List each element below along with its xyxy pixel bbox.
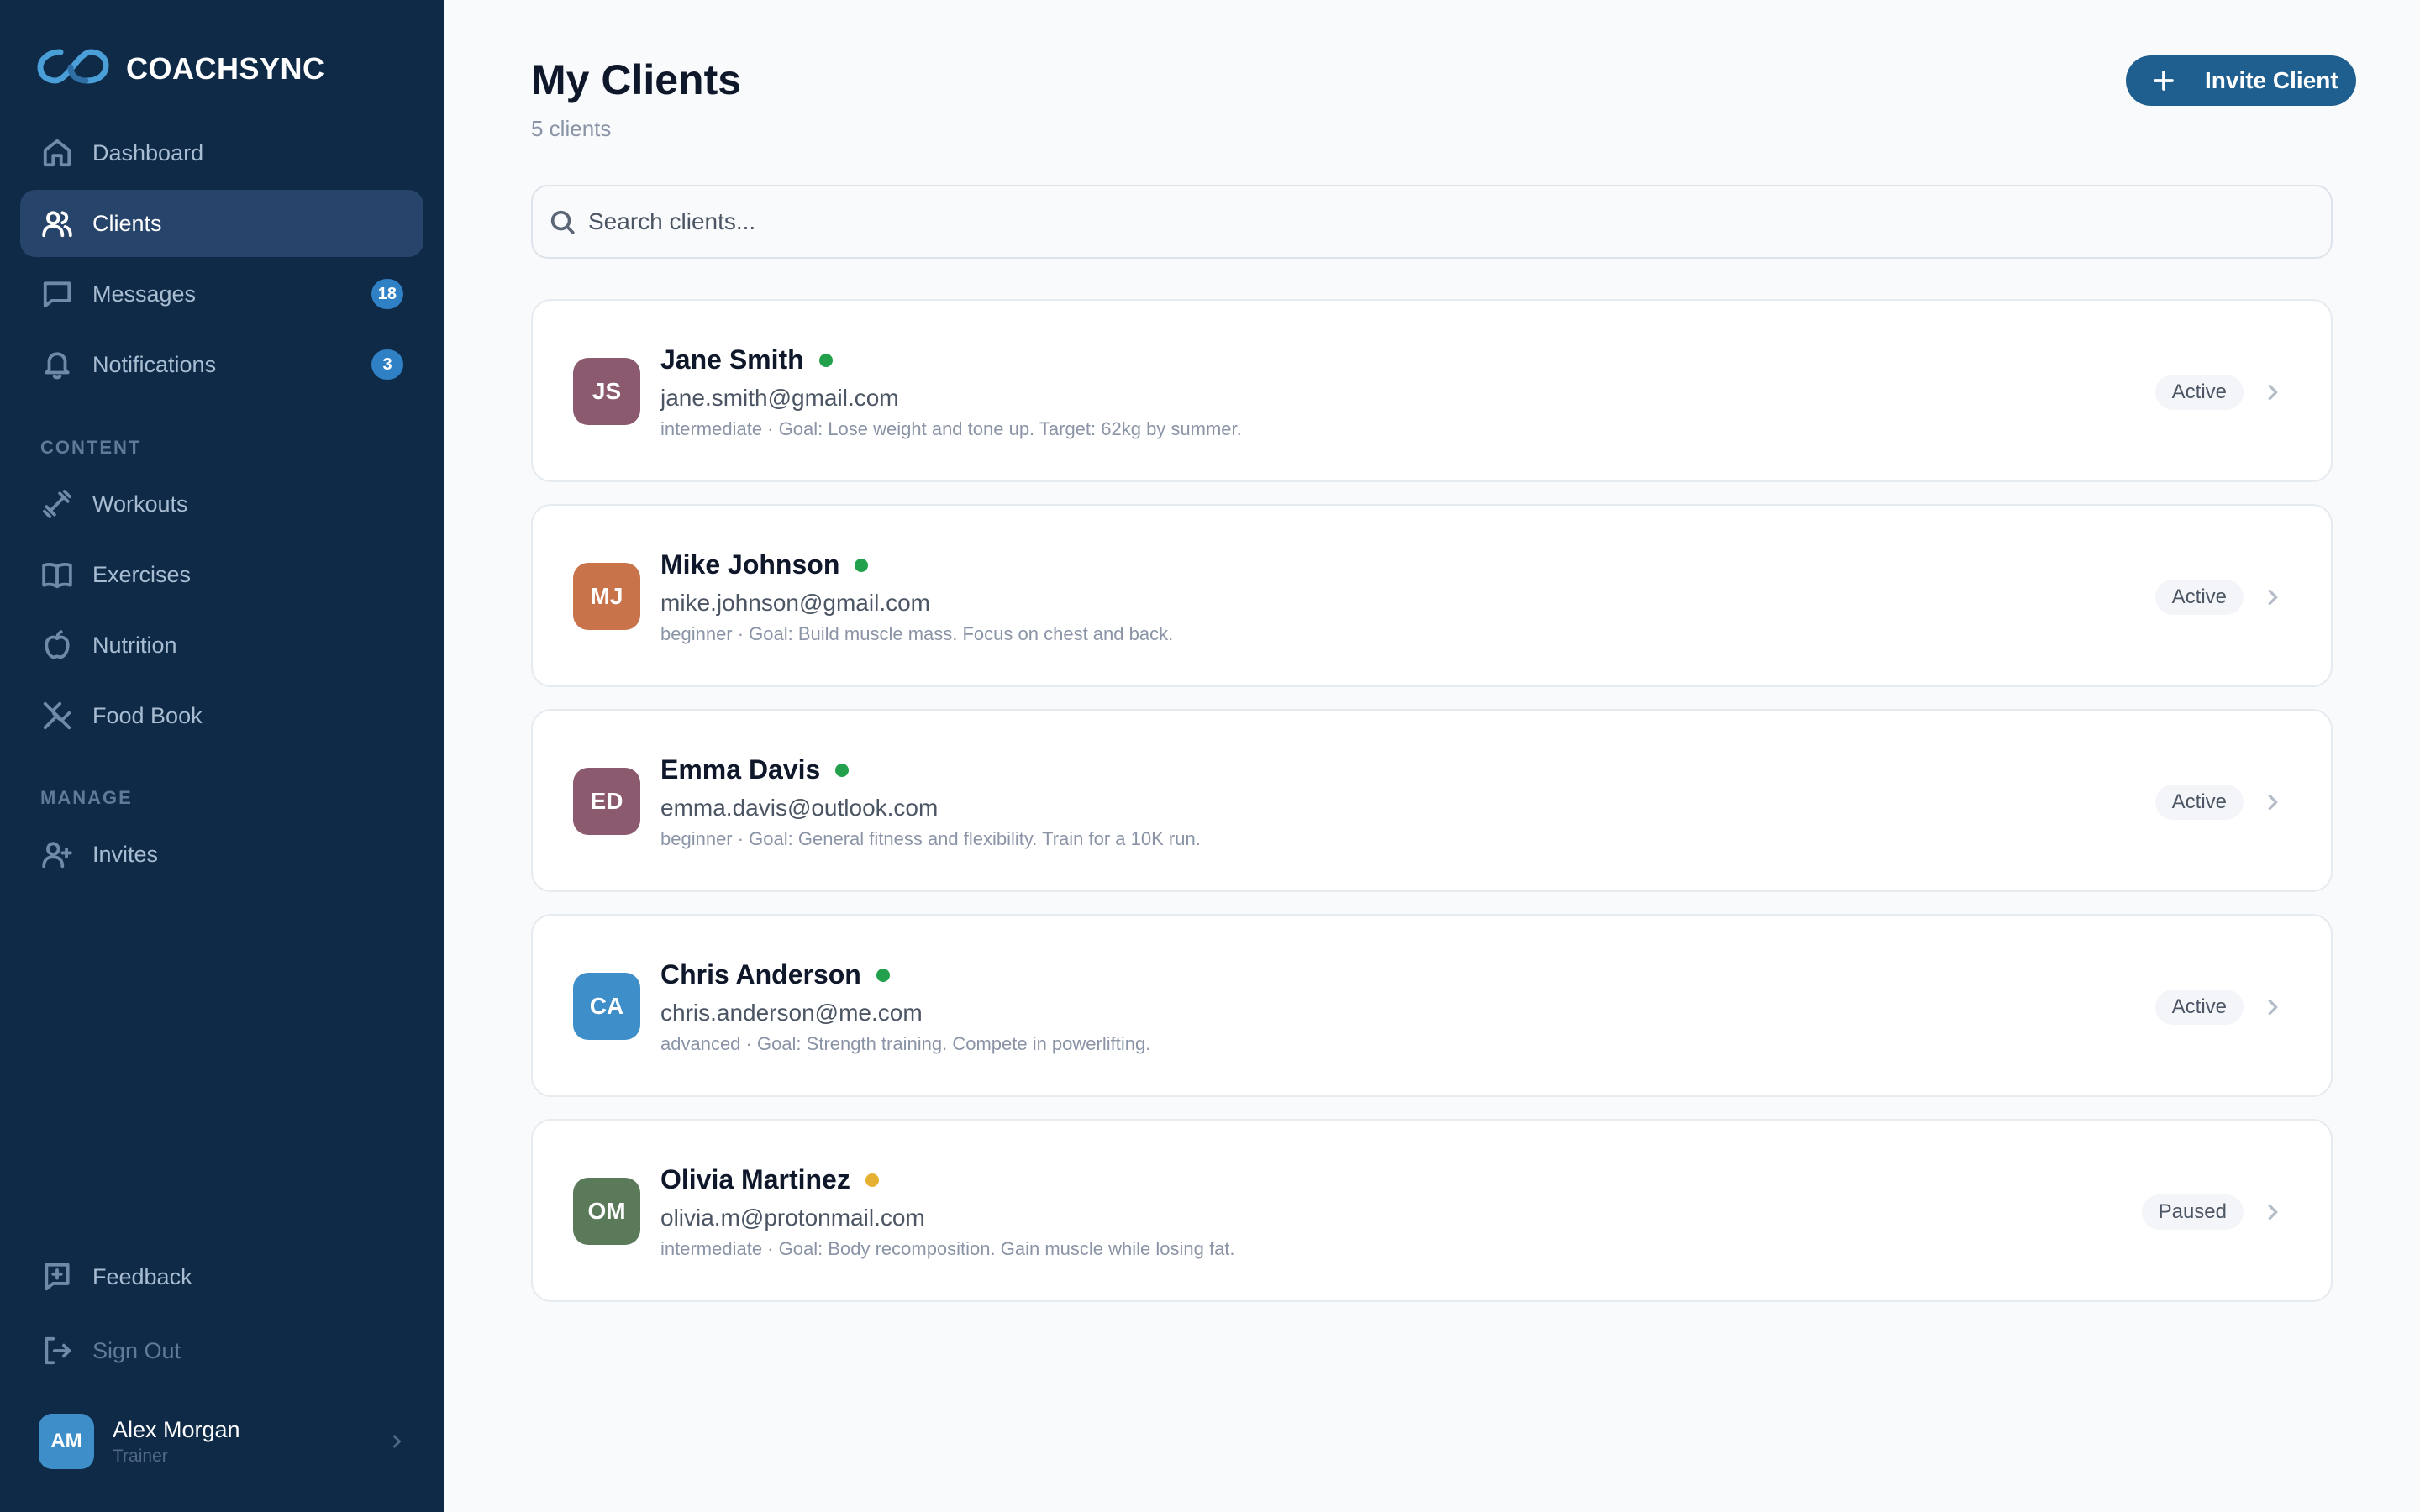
sidebar-item-food-book[interactable]: Food Book (20, 682, 424, 749)
page-title: My Clients (531, 56, 742, 103)
client-email: mike.johnson@gmail.com (660, 590, 930, 616)
search-bar[interactable] (531, 185, 2333, 259)
status-badge: Active (2154, 785, 2244, 820)
status-badge: Active (2154, 375, 2244, 410)
chevron-right-icon (2260, 995, 2286, 1020)
sidebar-item-exercises[interactable]: Exercises (20, 541, 424, 608)
client-avatar: JS (573, 358, 640, 425)
sidebar-item-label: Exercises (92, 561, 192, 587)
online-status-dot (855, 558, 869, 572)
sidebar-item-workouts[interactable]: Workouts (20, 470, 424, 538)
client-row[interactable]: OM Olivia Martinez olivia.m@protonmail.c… (531, 1119, 2333, 1302)
sidebar-item-nutrition[interactable]: Nutrition (20, 612, 424, 679)
client-row[interactable]: JS Jane Smith jane.smith@gmail.com inter… (531, 299, 2333, 482)
client-avatar: ED (573, 768, 640, 835)
online-status-dot (865, 1173, 879, 1187)
chevron-right-icon (2260, 790, 2286, 815)
client-avatar: MJ (573, 563, 640, 630)
sidebar-item-label: Clients (92, 210, 162, 236)
brand[interactable]: COACHSYNC (37, 42, 325, 95)
online-status-dot (818, 353, 833, 367)
sidebar-item-label: Food Book (92, 702, 203, 728)
user-plus-icon (40, 837, 74, 871)
chevron-right-icon (2260, 585, 2286, 610)
sidebar-item-label: Notifications (92, 351, 217, 377)
status-badge: Active (2154, 580, 2244, 615)
client-avatar: CA (573, 973, 640, 1040)
brand-name: COACHSYNC (126, 50, 325, 86)
sidebar-item-sign-out[interactable]: Sign Out (20, 1317, 424, 1384)
sidebar-item-label: Dashboard (92, 139, 204, 165)
client-name: Chris Anderson (660, 959, 861, 990)
users-icon (40, 207, 74, 240)
sidebar-item-invites[interactable]: Invites (20, 821, 424, 888)
client-name: Emma Davis (660, 754, 821, 785)
dumbbell-icon (40, 487, 74, 521)
section-label-content: CONTENT (40, 437, 142, 458)
home-icon (40, 136, 74, 170)
sidebar-item-label: Sign Out (92, 1337, 182, 1363)
section-label-manage: MANAGE (40, 787, 133, 808)
client-email: jane.smith@gmail.com (660, 385, 899, 411)
client-goal: intermediate · Goal: Lose weight and ton… (660, 418, 1242, 439)
client-name: Mike Johnson (660, 549, 840, 580)
client-row[interactable]: MJ Mike Johnson mike.johnson@gmail.com b… (531, 504, 2333, 687)
user-role: Trainer (113, 1446, 168, 1466)
messages-badge: 18 (371, 279, 403, 309)
client-count: 5 clients (531, 116, 612, 141)
client-email: olivia.m@protonmail.com (660, 1205, 925, 1231)
client-name: Olivia Martinez (660, 1164, 850, 1194)
sidebar-item-label: Workouts (92, 491, 188, 517)
sidebar: COACHSYNC Dashboard Clients Messages 18 … (0, 0, 444, 1512)
bell-icon (40, 348, 74, 381)
chevron-right-icon (2260, 380, 2286, 405)
sidebar-item-clients[interactable]: Clients (20, 190, 424, 257)
main-content: My Clients 5 clients Invite Client JS Ja… (444, 0, 2420, 1512)
logo-icon (37, 42, 109, 95)
client-avatar: OM (573, 1178, 640, 1245)
sign-out-icon (40, 1334, 74, 1368)
message-icon (40, 277, 74, 311)
book-icon (40, 558, 74, 591)
client-row[interactable]: CA Chris Anderson chris.anderson@me.com … (531, 914, 2333, 1097)
chevron-right-icon (385, 1430, 408, 1453)
online-status-dot (876, 968, 890, 982)
client-row[interactable]: ED Emma Davis emma.davis@outlook.com beg… (531, 709, 2333, 892)
sidebar-item-notifications[interactable]: Notifications 3 (20, 331, 424, 398)
status-badge: Active (2154, 990, 2244, 1025)
avatar: AM (39, 1414, 94, 1469)
client-email: chris.anderson@me.com (660, 1000, 923, 1026)
sidebar-item-label: Invites (92, 841, 159, 867)
search-icon (548, 207, 576, 236)
utensils-icon (40, 699, 74, 732)
client-name: Jane Smith (660, 344, 804, 375)
apple-icon (40, 628, 74, 662)
invite-client-label: Invite Client (2205, 67, 2338, 93)
user-name: Alex Morgan (113, 1416, 240, 1442)
client-goal: advanced · Goal: Strength training. Comp… (660, 1033, 1151, 1054)
sidebar-item-label: Messages (92, 281, 197, 307)
online-status-dot (835, 763, 850, 777)
client-email: emma.davis@outlook.com (660, 795, 939, 821)
sidebar-item-dashboard[interactable]: Dashboard (20, 119, 424, 186)
feedback-icon (40, 1260, 74, 1294)
invite-client-button[interactable]: Invite Client (2126, 55, 2356, 106)
user-profile-card[interactable]: AM Alex Morgan Trainer (39, 1414, 408, 1469)
sidebar-item-label: Feedback (92, 1263, 192, 1289)
client-list: JS Jane Smith jane.smith@gmail.com inter… (531, 299, 2333, 1324)
client-goal: intermediate · Goal: Body recomposition.… (660, 1238, 1235, 1259)
status-badge: Paused (2141, 1194, 2244, 1230)
search-input[interactable] (588, 208, 2185, 235)
chevron-right-icon (2260, 1200, 2286, 1225)
sidebar-item-label: Nutrition (92, 632, 177, 658)
notifications-badge: 3 (371, 349, 403, 380)
sidebar-item-messages[interactable]: Messages 18 (20, 260, 424, 328)
client-goal: beginner · Goal: Build muscle mass. Focu… (660, 623, 1174, 644)
plus-icon (2151, 68, 2176, 93)
client-goal: beginner · Goal: General fitness and fle… (660, 828, 1201, 849)
sidebar-item-feedback[interactable]: Feedback (20, 1243, 424, 1310)
